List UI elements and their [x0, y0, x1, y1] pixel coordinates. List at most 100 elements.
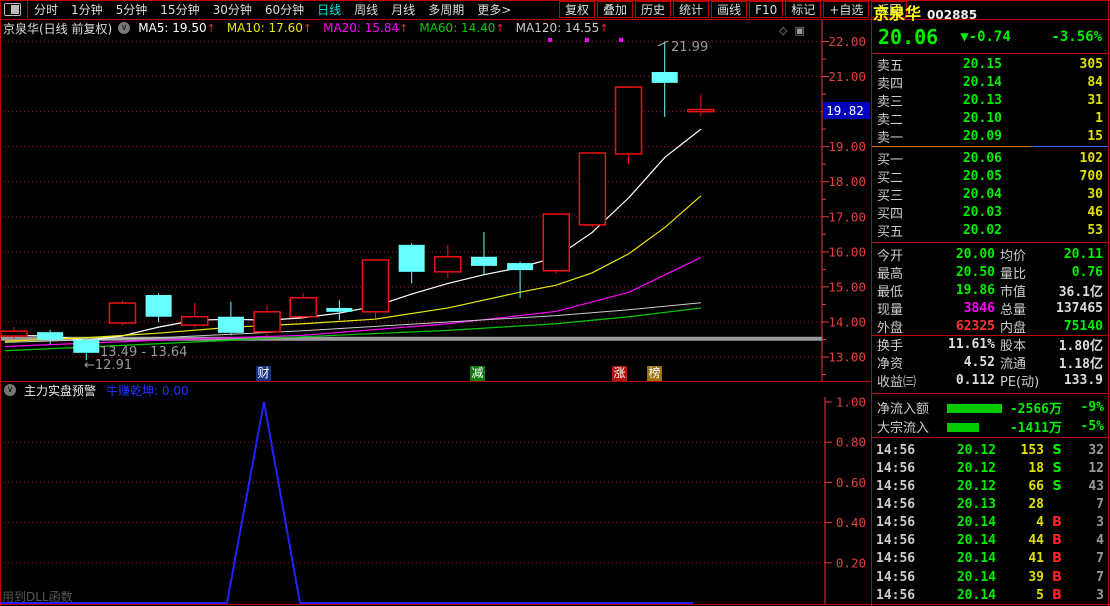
- stat-label: 收益㈢: [872, 371, 933, 390]
- tick-time: 14:56: [872, 443, 918, 458]
- toolbar-button-7[interactable]: +自选: [823, 1, 869, 18]
- stock-name: 京泉华: [873, 0, 921, 24]
- menu-item-8[interactable]: 月线: [391, 1, 415, 18]
- y-axis-label: 13.00: [828, 350, 866, 365]
- sub-y-label: 0.80: [836, 435, 866, 450]
- toolbar-button-6[interactable]: 标记: [785, 1, 821, 18]
- border-left: [0, 0, 1, 606]
- stat-value: 1.18亿: [1054, 353, 1108, 372]
- toolbar-button-2[interactable]: 历史: [635, 1, 671, 18]
- panel-icon[interactable]: ▣: [794, 24, 804, 37]
- ob-price: 20.15: [917, 57, 1002, 72]
- tick-row-0: 14:5620.12153S32: [872, 441, 1108, 459]
- tick-side: S: [1044, 461, 1070, 476]
- tick-count: 32: [1070, 443, 1108, 458]
- last-price-tag: 19.82: [826, 103, 864, 118]
- menu-item-1[interactable]: 1分钟: [71, 1, 103, 18]
- chevron-down-icon[interactable]: ∨: [118, 22, 130, 34]
- ob-label: 买一: [872, 149, 917, 168]
- indicator-name[interactable]: 主力实盘预警: [24, 382, 96, 399]
- tick-time: 14:56: [872, 570, 918, 585]
- sub-y-label: 0.20: [836, 555, 866, 570]
- toolbar-button-4[interactable]: 画线: [711, 1, 747, 18]
- annotation-0: 21.99: [671, 40, 708, 55]
- menu-item-6[interactable]: 日线: [317, 1, 341, 18]
- diamond-icon[interactable]: ◇: [779, 24, 787, 37]
- tick-count: 43: [1070, 479, 1108, 494]
- sell-row-0: 卖五20.15305: [872, 55, 1108, 73]
- window-icon[interactable]: [4, 3, 21, 16]
- tick-side: S: [1044, 443, 1070, 458]
- ma-label-1: MA10: 17.60↑: [227, 21, 312, 35]
- ob-price: 20.06: [917, 151, 1002, 166]
- tick-vol: 4: [996, 515, 1044, 530]
- tick-vol: 41: [996, 551, 1044, 566]
- menu-item-10[interactable]: 更多>: [477, 1, 511, 18]
- stat-value: 0.112: [933, 373, 995, 388]
- flow-label: 大宗流入: [872, 417, 947, 436]
- ob-label: 卖五: [872, 55, 917, 74]
- menu-item-0[interactable]: 分时: [34, 1, 58, 18]
- ob-vol: 84: [1002, 75, 1108, 90]
- sell-row-2: 卖三20.1331: [872, 91, 1108, 109]
- toolbar: 分时 1分钟 5分钟 15分钟 30分钟 60分钟日线周线月线多周期更多> 复权叠加历史统…: [0, 0, 1110, 19]
- toolbar-divider: [27, 1, 28, 18]
- stat-row-1: 最高20.50量比0.76: [872, 263, 1108, 281]
- tick-price: 20.12: [918, 479, 996, 494]
- tick-side: B: [1044, 533, 1070, 548]
- stat-row-6: 净资4.52流通1.18亿: [872, 354, 1108, 372]
- tick-side: B: [1044, 588, 1070, 603]
- tick-vol: 153: [996, 443, 1044, 458]
- menu-item-5[interactable]: 60分钟: [265, 1, 304, 18]
- menu-item-2[interactable]: 5分钟: [116, 1, 148, 18]
- ob-vol: 1: [1002, 111, 1108, 126]
- candle-up-16: [579, 153, 605, 225]
- stat-value: 4.52: [933, 355, 995, 370]
- flow-value: -1411万: [979, 417, 1062, 436]
- ma-label-0: MA5: 19.50↑: [138, 21, 216, 35]
- menu-item-3[interactable]: 15分钟: [160, 1, 199, 18]
- orderbook-sells: 卖五20.15305卖四20.1484卖三20.1331卖二20.101卖一20…: [872, 55, 1108, 145]
- price-change: ▼-0.74: [960, 29, 1011, 45]
- menu-item-4[interactable]: 30分钟: [213, 1, 252, 18]
- tick-list: 14:5620.12153S3214:5620.1218S1214:5620.1…: [872, 441, 1108, 604]
- sell-row-4: 卖一20.0915: [872, 127, 1108, 145]
- ob-label: 卖四: [872, 73, 917, 92]
- tick-side: B: [1044, 551, 1070, 566]
- ma-up-arrow: ↑: [495, 22, 504, 35]
- ma-up-arrow: ↑: [399, 22, 408, 35]
- y-axis-label: 18.00: [828, 174, 866, 189]
- tick-count: 7: [1070, 551, 1108, 566]
- ob-label: 卖一: [872, 127, 917, 146]
- stat-value: 133.9: [1054, 373, 1108, 388]
- tick-price: 20.12: [918, 461, 996, 476]
- stock-code: 002885: [927, 8, 977, 22]
- toolbar-button-3[interactable]: 统计: [673, 1, 709, 18]
- y-axis-label: 21.00: [828, 69, 866, 84]
- tick-vol: 5: [996, 588, 1044, 603]
- stat-label: 最高: [872, 263, 933, 282]
- menu-item-9[interactable]: 多周期: [428, 1, 464, 18]
- ob-price: 20.03: [917, 205, 1002, 220]
- indicator-chevron-icon[interactable]: ∨: [4, 384, 16, 396]
- toolbar-button-5[interactable]: F10: [749, 1, 783, 18]
- toolbar-button-1[interactable]: 叠加: [597, 1, 633, 18]
- main-chart-canvas[interactable]: 22.0021.0019.0018.0017.0016.0015.0014.00…: [0, 0, 872, 606]
- ob-vol: 102: [1002, 151, 1108, 166]
- tick-time: 14:56: [872, 551, 918, 566]
- tick-vol: 39: [996, 570, 1044, 585]
- candle-up-10: [363, 260, 389, 312]
- y-axis-label: 15.00: [828, 279, 866, 294]
- orderbook-ratio-bar-sell: [1032, 146, 1108, 147]
- toolbar-buttons: 复权叠加历史统计画线F10标记+自选返回: [557, 1, 907, 18]
- ob-vol: 31: [1002, 93, 1108, 108]
- chart-badge-3: 榜: [647, 366, 662, 381]
- toolbar-button-0[interactable]: 复权: [559, 1, 595, 18]
- flow-bar: [947, 404, 1002, 413]
- candle-up-8: [290, 298, 316, 317]
- buy-row-0: 买一20.06102: [872, 149, 1108, 167]
- ob-price: 20.05: [917, 169, 1002, 184]
- indicator-line: [0, 402, 693, 603]
- menu-item-7[interactable]: 周线: [354, 1, 378, 18]
- ma-up-arrow: ↑: [207, 22, 216, 35]
